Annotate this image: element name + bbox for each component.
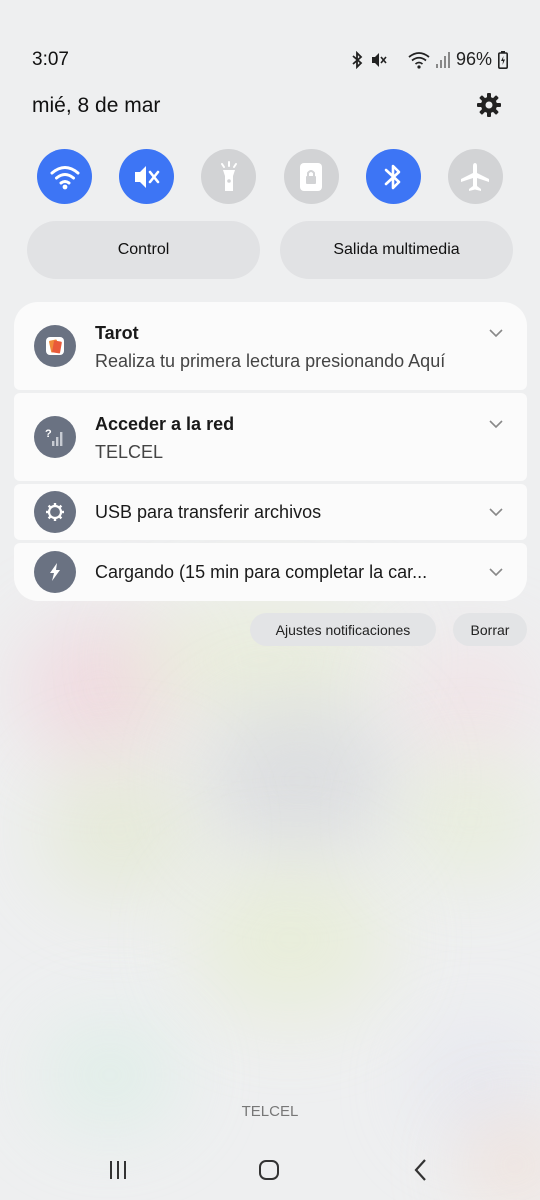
media-output-button[interactable]: Salida multimedia — [280, 221, 513, 279]
chevron-down-icon[interactable] — [487, 415, 505, 433]
flashlight-toggle[interactable] — [201, 149, 257, 204]
notification-network[interactable]: ? Acceder a la red TELCEL — [14, 393, 527, 481]
wallpaper-blob — [40, 760, 200, 900]
notification-title: USB para transferir archivos — [95, 502, 322, 522]
clear-button[interactable]: Borrar — [453, 613, 527, 646]
notification-charging[interactable]: Cargando (15 min para completar la car..… — [14, 543, 527, 601]
wallpaper-blob — [190, 860, 390, 1020]
wallpaper-blob — [400, 640, 540, 760]
settings-icon — [34, 491, 76, 533]
date-label: mié, 8 de mar — [32, 94, 161, 117]
carrier-label: TELCEL — [241, 1103, 299, 1120]
no-signal-icon: ? — [34, 416, 76, 458]
home-icon[interactable] — [254, 1158, 284, 1182]
bluetooth-icon — [350, 50, 364, 69]
wifi-icon — [50, 165, 79, 189]
notification-list: Tarot Realiza tu primera lectura presion… — [14, 302, 527, 604]
wallpaper-blob — [400, 760, 540, 880]
wallpaper-blob — [200, 700, 400, 860]
tarot-app-icon — [34, 325, 76, 367]
quick-settings-row — [37, 149, 503, 205]
chevron-down-icon[interactable] — [487, 324, 505, 342]
notification-body: Realiza tu primera lectura presionando A… — [95, 351, 446, 371]
notification-body: TELCEL — [95, 442, 164, 462]
charging-icon — [34, 551, 76, 593]
signal-icon — [435, 51, 450, 68]
battery-icon — [498, 50, 508, 69]
airplane-icon — [461, 162, 490, 191]
mute-icon — [134, 165, 159, 188]
flashlight-icon — [220, 160, 237, 191]
notification-title: Tarot — [95, 323, 139, 343]
bluetooth-toggle[interactable] — [365, 149, 421, 204]
recent-apps-icon[interactable] — [103, 1158, 133, 1182]
rotation-lock-toggle[interactable] — [283, 149, 339, 204]
battery-text: 96% — [455, 49, 492, 69]
bluetooth-icon — [384, 164, 401, 189]
chevron-down-icon[interactable] — [487, 563, 505, 581]
notification-title: Acceder a la red — [95, 414, 235, 434]
notification-usb[interactable]: USB para transferir archivos — [14, 484, 527, 540]
notification-tarot[interactable]: Tarot Realiza tu primera lectura presion… — [14, 302, 527, 390]
settings-gear-icon[interactable] — [474, 90, 504, 120]
sound-toggle[interactable] — [119, 149, 175, 204]
control-button[interactable]: Control — [27, 221, 260, 279]
status-time: 3:07 — [32, 49, 69, 70]
airplane-toggle[interactable] — [447, 149, 503, 204]
navigation-bar — [0, 1138, 540, 1200]
status-icons: 96% — [350, 49, 508, 70]
chevron-down-icon[interactable] — [487, 503, 505, 521]
back-icon[interactable] — [406, 1158, 436, 1182]
mute-icon — [370, 51, 388, 69]
notification-settings-button[interactable]: Ajustes notificaciones — [250, 613, 436, 646]
svg-text:?: ? — [45, 428, 52, 440]
wifi-icon — [408, 51, 430, 69]
notification-title: Cargando (15 min para completar la car..… — [95, 562, 428, 582]
lock-icon — [300, 162, 323, 191]
wifi-toggle[interactable] — [37, 149, 92, 204]
